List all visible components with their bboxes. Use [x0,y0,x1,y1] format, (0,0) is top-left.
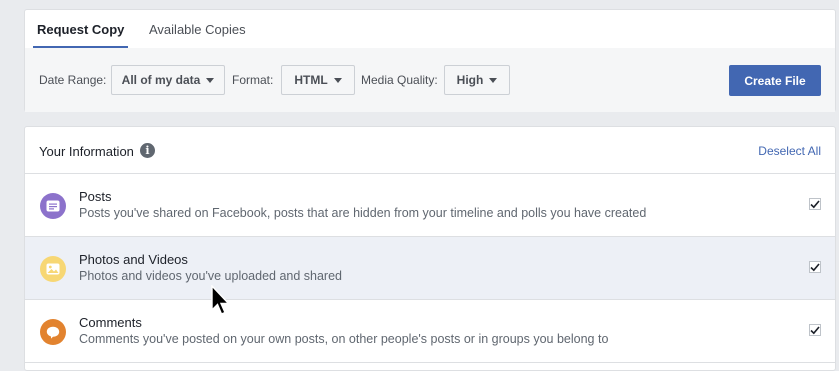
category-title: Photos and Videos [79,252,188,267]
category-description: Posts you've shared on Facebook, posts t… [79,206,647,220]
request-copy-panel: Request Copy Available Copies Date Range… [24,9,836,112]
caret-down-icon [206,77,215,83]
photos-videos-checkbox[interactable] [809,261,821,273]
tab-request-copy[interactable]: Request Copy [32,10,129,49]
media-quality-label: Media Quality: [361,73,438,87]
comments-icon [40,319,66,345]
tab-available-copies[interactable]: Available Copies [149,10,246,48]
media-quality-dropdown[interactable]: High [444,65,510,95]
date-range-dropdown[interactable]: All of my data [111,65,225,95]
checkmark-icon [810,325,820,334]
info-title: Your Information [39,144,134,159]
photos-icon [40,256,66,282]
posts-checkbox[interactable] [809,198,821,210]
checkmark-icon [810,199,820,208]
caret-down-icon [333,77,342,83]
category-description: Comments you've posted on your own posts… [79,332,609,346]
format-dropdown[interactable]: HTML [281,65,355,95]
category-title: Comments [79,315,142,330]
date-range-label: Date Range: [39,73,107,87]
tab-bar: Request Copy Available Copies [25,10,835,49]
media-quality-value: High [456,73,484,87]
info-header: Your Information i Deselect All [25,127,835,174]
deselect-all-link[interactable]: Deselect All [758,144,821,158]
your-information-panel: Your Information i Deselect All Posts Po… [24,126,836,371]
filter-bar: Date Range: All of my data Format: HTML … [25,48,835,112]
info-icon[interactable]: i [140,143,155,158]
format-value: HTML [294,73,328,87]
caret-down-icon [489,77,498,83]
category-row-posts[interactable]: Posts Posts you've shared on Facebook, p… [25,174,835,237]
mouse-cursor-icon [211,285,231,315]
checkmark-icon [810,262,820,271]
category-row-photos-videos[interactable]: Photos and Videos Photos and videos you'… [25,237,835,300]
category-title: Posts [79,189,112,204]
date-range-value: All of my data [121,73,201,87]
format-label: Format: [232,73,274,87]
category-description: Photos and videos you've uploaded and sh… [79,269,343,283]
category-row-comments[interactable]: Comments Comments you've posted on your … [25,300,835,363]
create-file-button[interactable]: Create File [729,65,821,96]
posts-icon [40,193,66,219]
comments-checkbox[interactable] [809,324,821,336]
